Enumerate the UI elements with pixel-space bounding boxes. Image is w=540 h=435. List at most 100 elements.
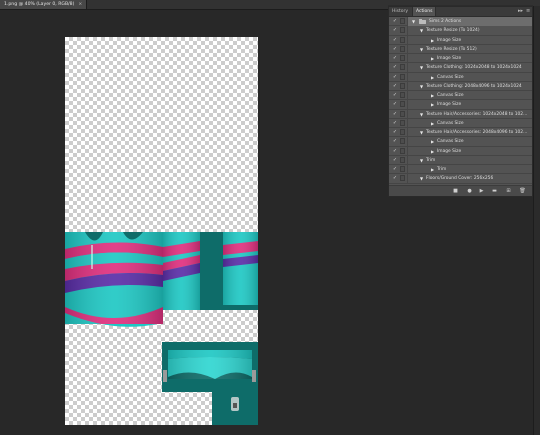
dialog-toggle[interactable]: [400, 138, 405, 145]
check-icon[interactable]: ✓: [392, 92, 398, 98]
row-label-area: ▼ Texture Resize (To 512): [407, 44, 532, 54]
check-icon[interactable]: ✓: [392, 18, 398, 24]
action-row[interactable]: ✓ ▼ Texture Hair/Accessories: 1024x2048 to…: [389, 109, 532, 119]
row-label-area: ▼ Texture Clothing: 1024x2048 to 1024x102…: [407, 63, 532, 73]
check-icon[interactable]: ✓: [392, 27, 398, 33]
check-icon[interactable]: ✓: [392, 148, 398, 154]
action-step-row[interactable]: ✓ ▶ Image Size: [389, 100, 532, 110]
dialog-toggle[interactable]: [400, 119, 405, 126]
check-icon[interactable]: ✓: [392, 111, 398, 117]
document-canvas[interactable]: [65, 37, 258, 425]
dialog-toggle[interactable]: [400, 18, 405, 24]
dialog-toggle[interactable]: [400, 27, 405, 34]
action-step-row[interactable]: ✓ ▶ Image Size: [389, 146, 532, 156]
check-icon[interactable]: ✓: [392, 175, 398, 181]
dialog-toggle[interactable]: [400, 175, 405, 182]
dialog-toggle[interactable]: [400, 82, 405, 89]
row-label-area: ▶ Image Size: [407, 146, 532, 156]
dialog-toggle[interactable]: [400, 45, 405, 52]
expanded-triangle-icon[interactable]: ▼: [412, 17, 415, 26]
row-label-area: ▼ Sims 2 Actions: [407, 17, 532, 26]
dialog-toggle[interactable]: [400, 110, 405, 117]
dialog-toggle[interactable]: [400, 36, 405, 43]
action-step-row[interactable]: ✓ ▶ Image Size: [389, 54, 532, 64]
action-label: Trim: [426, 157, 436, 163]
collapsed-triangle-icon[interactable]: ▶: [431, 165, 434, 174]
check-icon[interactable]: ✓: [392, 64, 398, 70]
expanded-triangle-icon[interactable]: ▼: [420, 156, 423, 165]
check-icon[interactable]: ✓: [392, 74, 398, 80]
row-label-area: ▼ Texture Clothing: 2048x4096 to 1024x102…: [407, 81, 532, 91]
action-step-row[interactable]: ✓ ▶ Image Size: [389, 35, 532, 45]
delete-button[interactable]: 🗑: [519, 188, 526, 194]
document-tab[interactable]: 1.png @ 40% (Layer 0, RGB/8) ×: [0, 0, 88, 9]
action-row[interactable]: ✓ ▼ Texture Hair/Accessories: 2048x4096 to…: [389, 128, 532, 138]
new-set-button[interactable]: ▬: [491, 188, 498, 194]
check-icon[interactable]: ✓: [392, 120, 398, 126]
check-icon[interactable]: ✓: [392, 101, 398, 107]
check-icon[interactable]: ✓: [392, 37, 398, 43]
action-row[interactable]: ✓ ▼ Texture Clothing: 2048x4096 to 1024x10…: [389, 81, 532, 91]
stop-button[interactable]: ■: [452, 188, 459, 194]
collapsed-triangle-icon[interactable]: ▶: [431, 147, 434, 156]
dialog-toggle[interactable]: [400, 73, 405, 80]
play-button[interactable]: ▶: [478, 188, 485, 194]
new-action-button[interactable]: ⊞: [505, 188, 512, 194]
action-row[interactable]: ✓ ▼ Floors/Ground Cover: 256x256: [389, 174, 532, 184]
expanded-triangle-icon[interactable]: ▼: [420, 128, 423, 137]
dialog-toggle[interactable]: [400, 64, 405, 71]
action-set-row[interactable]: ✓ ▼ Sims 2 Actions: [389, 17, 532, 27]
record-button[interactable]: ●: [466, 188, 473, 194]
dialog-toggle[interactable]: [400, 147, 405, 154]
check-icon[interactable]: ✓: [392, 138, 398, 144]
dialog-toggle[interactable]: [400, 101, 405, 108]
panel-menu-icon[interactable]: ≡: [526, 7, 530, 16]
action-step-row[interactable]: ✓ ▶ Canvas Size: [389, 91, 532, 101]
row-label-area: ▼ Trim: [407, 155, 532, 165]
collapsed-triangle-icon[interactable]: ▶: [431, 119, 434, 128]
actions-list: ✓ ▼ Sims 2 Actions ✓ ▼ Texture Resize (To 102…: [389, 17, 532, 187]
tab-actions[interactable]: Actions: [412, 7, 437, 16]
expanded-triangle-icon[interactable]: ▼: [420, 63, 423, 72]
expanded-triangle-icon[interactable]: ▼: [420, 26, 423, 35]
expanded-triangle-icon[interactable]: ▼: [420, 45, 423, 54]
collapsed-triangle-icon[interactable]: ▶: [431, 100, 434, 109]
collapsed-triangle-icon[interactable]: ▶: [431, 91, 434, 100]
action-row[interactable]: ✓ ▼ Trim: [389, 155, 532, 165]
row-label-area: ▶ Image Size: [407, 35, 532, 45]
expanded-triangle-icon[interactable]: ▼: [420, 174, 423, 183]
action-step-row[interactable]: ✓ ▶ Canvas Size: [389, 137, 532, 147]
check-icon[interactable]: ✓: [392, 166, 398, 172]
check-icon[interactable]: ✓: [392, 129, 398, 135]
dialog-toggle[interactable]: [400, 156, 405, 163]
check-icon[interactable]: ✓: [392, 83, 398, 89]
action-row[interactable]: ✓ ▼ Texture Resize (To 1024): [389, 26, 532, 36]
action-step-row[interactable]: ✓ ▶ Canvas Size: [389, 72, 532, 82]
collapsed-triangle-icon[interactable]: ▶: [431, 137, 434, 146]
collapsed-triangle-icon[interactable]: ▶: [431, 73, 434, 82]
collapse-icon[interactable]: ▸▸: [518, 7, 523, 16]
dialog-toggle[interactable]: [400, 55, 405, 61]
actions-panel: History Actions ▸▸ ≡ ✓ ▼ Sims 2 Actions ✓ ▼ T…: [388, 6, 533, 197]
expanded-triangle-icon[interactable]: ▼: [420, 110, 423, 119]
dialog-toggle[interactable]: [400, 92, 405, 98]
action-label: Trim: [437, 167, 447, 172]
action-step-row[interactable]: ✓ ▶ Trim: [389, 165, 532, 175]
dialog-toggle[interactable]: [400, 129, 405, 135]
collapsed-triangle-icon[interactable]: ▶: [431, 36, 434, 45]
tab-history[interactable]: History: [389, 7, 411, 16]
action-step-row[interactable]: ✓ ▶ Canvas Size: [389, 118, 532, 128]
check-icon[interactable]: ✓: [392, 46, 398, 52]
action-label: Texture Clothing: 1024x2048 to 1024x1024: [426, 65, 522, 71]
dialog-toggle[interactable]: [400, 166, 405, 172]
shirt-front-panel: [65, 232, 163, 327]
collapsed-triangle-icon[interactable]: ▶: [431, 54, 434, 63]
action-row[interactable]: ✓ ▼ Texture Clothing: 1024x2048 to 1024x10…: [389, 63, 532, 73]
action-label: Canvas Size: [437, 93, 464, 98]
action-label: Canvas Size: [437, 139, 464, 145]
expanded-triangle-icon[interactable]: ▼: [420, 82, 423, 91]
check-icon[interactable]: ✓: [392, 157, 398, 163]
check-icon[interactable]: ✓: [392, 55, 398, 61]
action-row[interactable]: ✓ ▼ Texture Resize (To 512): [389, 44, 532, 54]
close-icon[interactable]: ×: [78, 2, 82, 7]
